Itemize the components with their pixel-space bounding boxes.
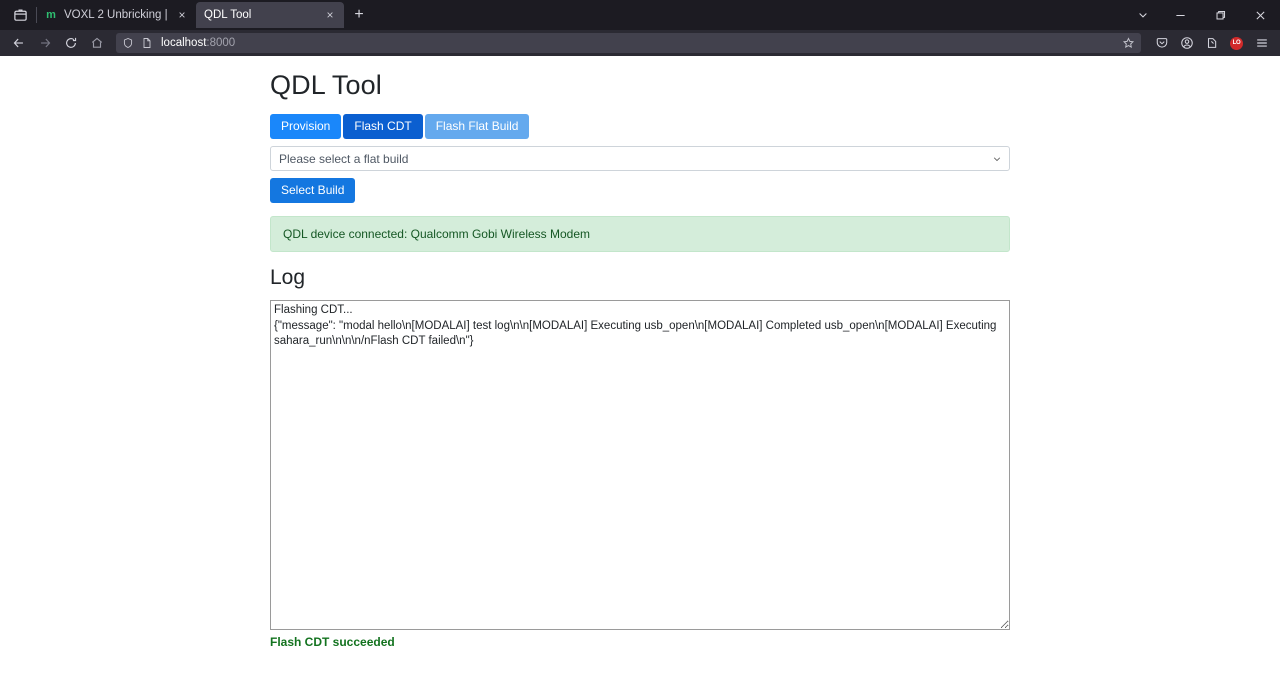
close-icon[interactable]: ×: [174, 7, 190, 23]
forward-arrow-icon[interactable]: [32, 32, 58, 54]
address-bar[interactable]: localhost:8000: [116, 33, 1141, 53]
badge-count: LO: [1230, 36, 1243, 50]
log-textarea[interactable]: [270, 300, 1010, 630]
page-title: QDL Tool: [270, 70, 382, 100]
firefox-view-button[interactable]: [4, 0, 36, 30]
reload-icon[interactable]: [58, 32, 84, 54]
select-build-row: Select Build: [270, 178, 1010, 203]
page-icon[interactable]: [141, 37, 153, 49]
device-connected-alert: QDL device connected: Qualcomm Gobi Wire…: [270, 216, 1010, 252]
close-window-button[interactable]: [1240, 0, 1280, 30]
provision-button[interactable]: Provision: [270, 114, 342, 139]
browser-tab-voxl[interactable]: m VOXL 2 Unbricking | ModalAI Te ×: [36, 2, 196, 28]
address-bar-text: localhost:8000: [161, 37, 235, 49]
window-controls: [1126, 0, 1280, 30]
pocket-icon[interactable]: [1149, 32, 1174, 54]
browser-tab-qdl-tool[interactable]: QDL Tool ×: [196, 2, 344, 28]
tab-title: QDL Tool: [204, 9, 252, 21]
browser-window: m VOXL 2 Unbricking | ModalAI Te × QDL T…: [0, 0, 1280, 688]
new-tab-button[interactable]: +: [346, 2, 372, 28]
chevron-down-icon[interactable]: [1126, 0, 1160, 30]
tab-title: VOXL 2 Unbricking | ModalAI Te: [64, 9, 170, 21]
qdl-tool-page: QDL Tool Provision Flash CDT Flash Flat …: [270, 56, 1010, 649]
url-port: :8000: [206, 37, 236, 49]
toolbar-buttons: LO: [1149, 32, 1274, 54]
status-message: Flash CDT succeeded: [270, 635, 395, 649]
tab-favicon-icon: m: [46, 9, 56, 21]
log-heading: Log: [270, 266, 306, 289]
navigation-toolbar: localhost:8000 LO: [0, 30, 1280, 56]
notification-badge-icon[interactable]: LO: [1224, 32, 1249, 54]
build-select-row: Please select a flat build: [270, 146, 1010, 171]
tab-strip: m VOXL 2 Unbricking | ModalAI Te × QDL T…: [0, 0, 1280, 30]
hamburger-menu-icon[interactable]: [1249, 32, 1274, 54]
account-icon[interactable]: [1174, 32, 1199, 54]
flat-build-select[interactable]: Please select a flat build: [270, 146, 1010, 171]
select-build-button[interactable]: Select Build: [270, 178, 356, 203]
minimize-button[interactable]: [1160, 0, 1200, 30]
flash-flat-build-button[interactable]: Flash Flat Build: [424, 114, 530, 139]
back-arrow-icon[interactable]: [6, 32, 32, 54]
maximize-button[interactable]: [1200, 0, 1240, 30]
star-icon[interactable]: [1122, 37, 1135, 50]
page-viewport: QDL Tool Provision Flash CDT Flash Flat …: [0, 56, 1280, 688]
mode-button-group: Provision Flash CDT Flash Flat Build: [270, 114, 1010, 139]
shield-icon[interactable]: [122, 37, 134, 49]
home-icon[interactable]: [84, 32, 110, 54]
flash-cdt-button[interactable]: Flash CDT: [343, 114, 423, 139]
extensions-icon[interactable]: [1199, 32, 1224, 54]
url-host: localhost: [161, 37, 207, 49]
close-icon[interactable]: ×: [322, 7, 338, 23]
